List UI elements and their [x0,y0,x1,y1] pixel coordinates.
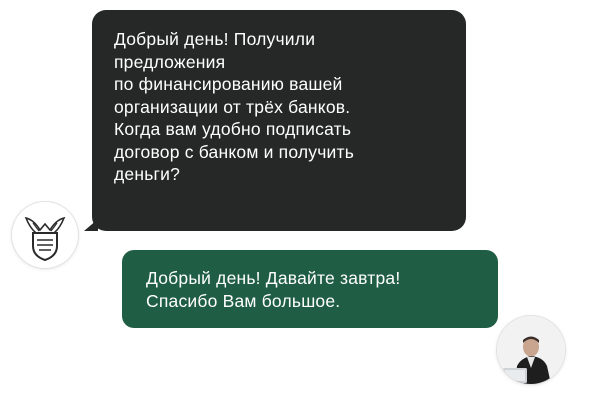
message-line: деньги? [114,164,181,184]
user-avatar [497,316,565,384]
sender-avatar [12,202,78,268]
outgoing-message-bubble: Добрый день! Давайте завтра! Спасибо Вам… [122,250,498,328]
message-line: Когда вам удобно подписать [114,119,352,139]
message-line: Спасибо Вам большое. [146,290,341,311]
message-line: по финансированию вашей [114,74,343,94]
message-line: организации от трёх банков. [114,96,351,117]
chat-thread: Добрый день! Получили предложения по фин… [0,0,608,410]
message-line: Добрый день! Давайте завтра! [146,268,401,288]
message-line: Добрый день! Получили [114,29,316,49]
incoming-message-bubble: Добрый день! Получили предложения по фин… [84,10,466,231]
bubble-tail [84,219,98,231]
user-photo-icon [497,316,565,384]
bank-logo-icon [24,216,66,262]
message-line: предложения [114,51,226,72]
message-line: договор с банком и получить [114,141,355,162]
